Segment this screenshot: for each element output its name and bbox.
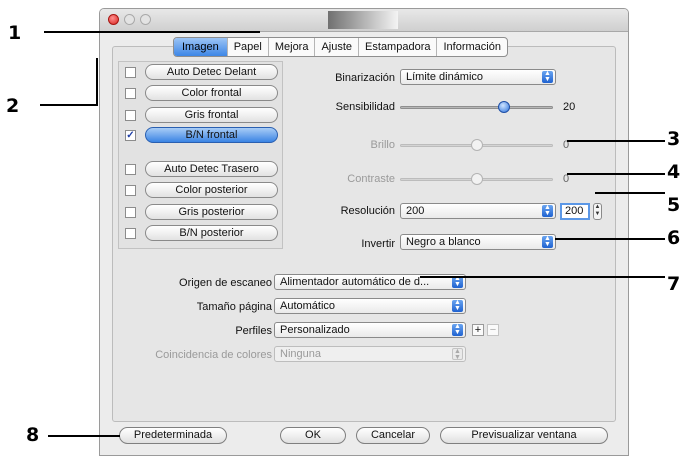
auto-detec-delant-checkbox[interactable] (125, 67, 136, 78)
predeterminada-button[interactable]: Predeterminada (119, 427, 227, 444)
remove-profile-button: − (487, 324, 499, 336)
close-window-icon[interactable] (108, 14, 119, 25)
perfiles-select[interactable]: Personalizado ▲ ▼ (274, 322, 466, 338)
previsualizar-ventana-button[interactable]: Previsualizar ventana (440, 427, 608, 444)
coincidencia-value: Ninguna (280, 348, 321, 360)
sensibilidad-label: Sensibilidad (335, 101, 395, 113)
callout-2-leader (40, 104, 96, 106)
sensibilidad-value: 20 (563, 101, 576, 113)
image-item-color-posterior[interactable]: Color posterior (145, 182, 278, 198)
tamano-select[interactable]: Automático ▲ ▼ (274, 298, 466, 314)
image-item-bn-posterior[interactable]: B/N posterior (145, 225, 278, 241)
binarizacion-label: Binarización (335, 72, 395, 84)
tamano-value: Automático (280, 300, 336, 312)
color-frontal-checkbox[interactable] (125, 88, 136, 99)
zoom-window-icon[interactable] (140, 14, 151, 25)
tab-ajuste[interactable]: Ajuste (314, 38, 358, 56)
tab-imagen[interactable]: Imagen (174, 38, 227, 56)
cancelar-button[interactable]: Cancelar (356, 427, 430, 444)
bn-posterior-checkbox[interactable] (125, 228, 136, 239)
gris-frontal-checkbox[interactable] (125, 110, 136, 121)
callout-7-leader (420, 276, 665, 278)
callout-5-leader (595, 192, 665, 194)
popup-arrows-icon: ▲ ▼ (542, 70, 553, 83)
image-item-auto-detec-delant[interactable]: Auto Detec Delant (145, 64, 278, 80)
resolucion-input[interactable]: 200 (560, 203, 590, 220)
perfiles-value: Personalizado (280, 324, 350, 336)
callout-3-leader (567, 140, 665, 142)
title-logo (328, 11, 398, 29)
gris-posterior-checkbox[interactable] (125, 207, 136, 218)
image-item-gris-posterior[interactable]: Gris posterior (145, 204, 278, 220)
image-item-color-frontal[interactable]: Color frontal (145, 85, 278, 101)
title-bar (100, 9, 628, 32)
callout-4-leader (567, 173, 665, 175)
image-item-auto-detec-trasero[interactable]: Auto Detec Trasero (145, 161, 278, 177)
callout-7: 7 (667, 273, 681, 295)
contraste-label: Contraste (347, 173, 395, 185)
resolucion-select[interactable]: 200 ▲ ▼ (400, 203, 556, 219)
popup-arrows-icon: ▲ ▼ (452, 348, 463, 361)
callout-2-bracket (96, 58, 98, 106)
tab-estampadora[interactable]: Estampadora (358, 38, 436, 56)
popup-arrows-icon: ▲ ▼ (542, 204, 553, 217)
resolucion-select-value: 200 (406, 205, 425, 217)
scanner-settings-window: Imagen Papel Mejora Ajuste Estampadora I… (99, 8, 629, 456)
callout-3: 3 (667, 128, 681, 150)
ok-button[interactable]: OK (280, 427, 346, 444)
callout-2: 2 (6, 95, 20, 117)
auto-detec-trasero-checkbox[interactable] (125, 164, 136, 175)
sensibilidad-slider-thumb[interactable] (498, 101, 511, 113)
bn-frontal-checkbox[interactable]: ✓ (125, 130, 136, 141)
invertir-select[interactable]: Negro a blanco ▲ ▼ (400, 234, 556, 250)
callout-6: 6 (667, 227, 681, 249)
binarizacion-value: Límite dinámico (406, 71, 484, 83)
resolucion-label: Resolución (340, 205, 395, 217)
tab-bar: Imagen Papel Mejora Ajuste Estampadora I… (173, 37, 508, 57)
coincidencia-select: Ninguna ▲ ▼ (274, 346, 466, 362)
binarizacion-select[interactable]: Límite dinámico ▲ ▼ (400, 69, 556, 85)
invertir-value: Negro a blanco (406, 236, 481, 248)
contraste-slider-thumb (470, 173, 483, 185)
popup-arrows-icon: ▲ ▼ (452, 299, 463, 312)
brillo-slider-thumb (470, 139, 483, 151)
callout-1: 1 (8, 22, 22, 44)
callout-8: 8 (26, 424, 40, 446)
popup-arrows-icon: ▲ ▼ (542, 235, 553, 248)
resolucion-stepper[interactable]: ▲ ▼ (593, 203, 602, 220)
coincidencia-label: Coincidencia de colores (155, 349, 272, 361)
origen-label: Origen de escaneo (179, 277, 272, 289)
callout-4: 4 (667, 161, 681, 183)
image-item-bn-frontal[interactable]: B/N frontal (145, 127, 278, 143)
perfiles-label: Perfiles (235, 325, 272, 337)
sensibilidad-slider-track[interactable] (400, 106, 553, 109)
color-posterior-checkbox[interactable] (125, 185, 136, 196)
tab-informacion[interactable]: Información (436, 38, 506, 56)
callout-5: 5 (667, 194, 681, 216)
callout-8-leader (48, 435, 120, 437)
tab-mejora[interactable]: Mejora (267, 38, 315, 56)
origen-value: Alimentador automático de d... (280, 276, 430, 288)
minimize-window-icon[interactable] (124, 14, 135, 25)
add-profile-button[interactable]: + (472, 324, 484, 336)
tamano-label: Tamaño página (196, 301, 272, 313)
callout-1-leader (44, 31, 260, 33)
callout-6-leader (555, 238, 665, 240)
brillo-label: Brillo (370, 139, 395, 151)
popup-arrows-icon: ▲ ▼ (452, 323, 463, 336)
invertir-label: Invertir (361, 238, 395, 250)
tab-papel[interactable]: Papel (226, 38, 268, 56)
image-item-gris-frontal[interactable]: Gris frontal (145, 107, 278, 123)
